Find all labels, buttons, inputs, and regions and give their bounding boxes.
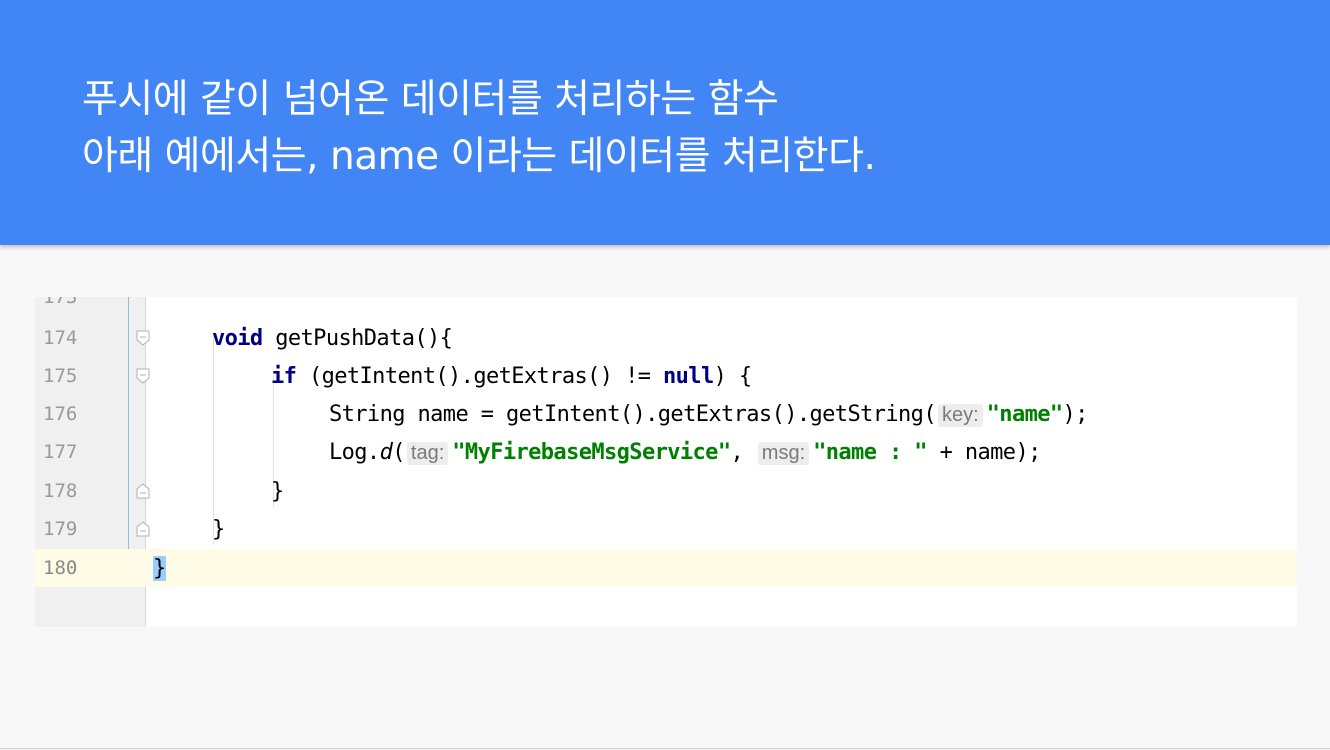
code-text: String name = getIntent().getExtras().ge… [329, 402, 1088, 427]
code-line: 177 Log.d(tag: "MyFirebaseMsgService", ms… [35, 433, 1297, 471]
code-line: 176 String name = getIntent().getExtras(… [35, 395, 1297, 433]
code-editor-screenshot: 173 174 void getPushData(){ 175 if (getI… [35, 297, 1297, 627]
line-number: 176 [43, 403, 78, 425]
string-literal: "name" [986, 402, 1063, 427]
line-number: 178 [43, 480, 78, 502]
slide-header: 푸시에 같이 넘어온 데이터를 처리하는 함수 아래 예에서는, name 이라… [0, 0, 1330, 245]
code-fragment: + name); [926, 440, 1042, 465]
line-number: 175 [43, 365, 78, 387]
code-line: 179 } [35, 510, 1297, 548]
code-fragment: ( [392, 440, 405, 465]
code-text: } [212, 517, 225, 542]
line-number: 173 [43, 297, 78, 308]
fold-close-icon[interactable] [136, 483, 150, 499]
string-literal: "name : " [813, 440, 927, 465]
fold-open-icon[interactable] [136, 330, 150, 346]
code-text[interactable]: } [153, 556, 166, 581]
fold-close-icon[interactable] [136, 521, 150, 537]
code-line: 175 if (getIntent().getExtras() != null)… [35, 357, 1297, 395]
page-bottom-divider [0, 748, 1330, 749]
method-name: d [379, 440, 393, 465]
code-line: 174 void getPushData(){ [35, 319, 1297, 357]
code-fragment: , [730, 440, 744, 465]
keyword: void [212, 326, 263, 351]
slide-title-line-2: 아래 예에서는, name 이라는 데이터를 처리한다. [82, 134, 876, 179]
keyword: if [271, 364, 297, 389]
code-fragment: getPushData(){ [262, 326, 453, 351]
code-fragment: ) { [713, 364, 753, 389]
parameter-hint: msg: [757, 442, 810, 465]
line-number: 177 [43, 441, 78, 463]
line-number: 174 [43, 327, 78, 349]
code-text: if (getIntent().getExtras() != null) { [271, 364, 752, 389]
line-number: 180 [43, 557, 78, 579]
code-line: 173 [35, 297, 1297, 316]
matched-brace: } [153, 556, 166, 581]
code-text: } [271, 479, 284, 504]
fold-open-icon[interactable] [136, 368, 150, 384]
code-fragment: (getIntent().getExtras() != [296, 364, 664, 389]
line-number: 179 [43, 518, 78, 540]
current-code-line: 180 } [35, 549, 1297, 587]
string-literal: "MyFirebaseMsgService" [452, 440, 731, 465]
code-line: 178 } [35, 472, 1297, 510]
code-fragment: Log. [329, 440, 380, 465]
parameter-hint: tag: [406, 442, 449, 465]
slide-title-line-1: 푸시에 같이 넘어온 데이터를 처리하는 함수 [82, 77, 779, 122]
code-text: Log.d(tag: "MyFirebaseMsgService", msg: "n… [329, 440, 1041, 465]
keyword: null [663, 364, 714, 389]
parameter-hint: key: [937, 404, 983, 427]
code-fragment: ); [1062, 402, 1089, 427]
code-fragment: String name = getIntent().getExtras().ge… [329, 402, 937, 427]
code-text: void getPushData(){ [212, 326, 453, 351]
